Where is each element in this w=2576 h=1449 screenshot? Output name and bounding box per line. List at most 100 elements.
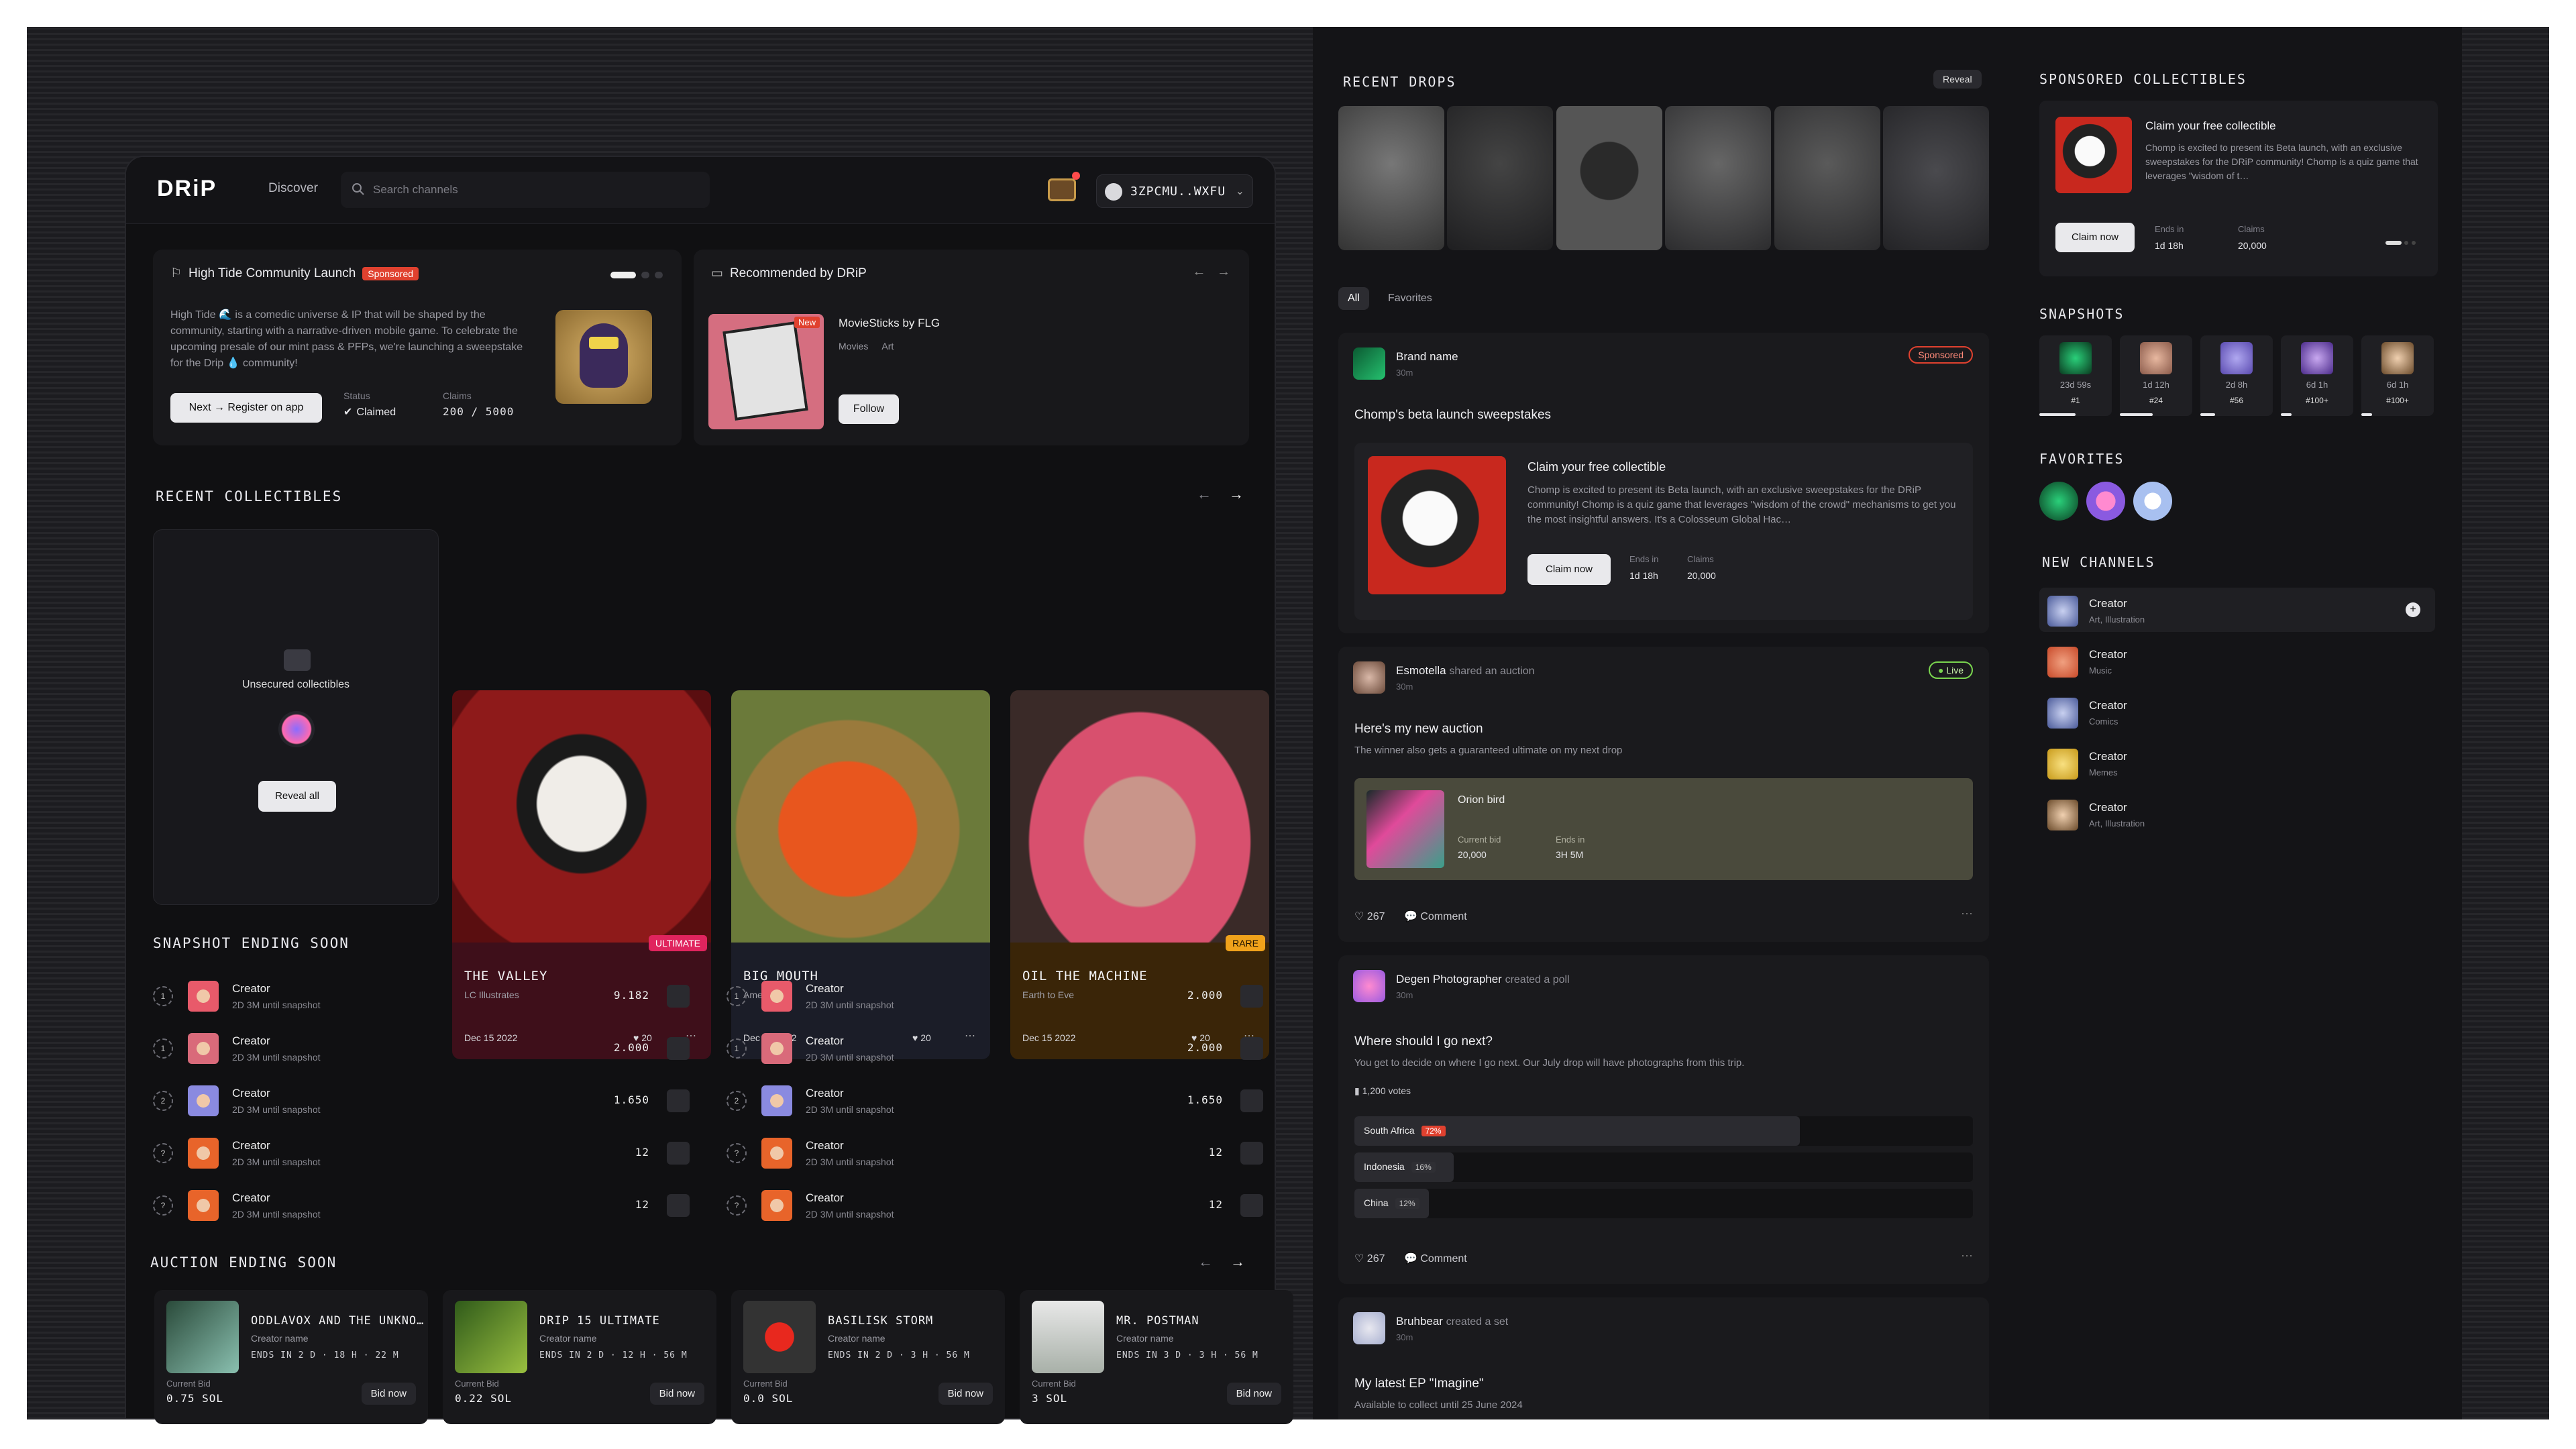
drop-thumbnail[interactable] bbox=[1338, 106, 1444, 250]
auction-countdown: ENDS IN 2 D · 3 H · 56 M bbox=[828, 1350, 970, 1360]
tab-favorites[interactable]: Favorites bbox=[1379, 287, 1442, 310]
snapshot-tile[interactable]: 1d 12h #24 bbox=[2120, 335, 2192, 416]
favorite-avatar[interactable] bbox=[2039, 482, 2078, 521]
snapshot-row[interactable]: 1 Creator 2D 3M until snapshot 9.182 bbox=[153, 974, 690, 1018]
flag-icon: ⚐ bbox=[170, 266, 182, 280]
bookmark-icon[interactable] bbox=[1240, 1089, 1263, 1112]
snapshot-row[interactable]: 2 Creator 2D 3M until snapshot 1.650 bbox=[727, 1079, 1263, 1123]
bid-now-button[interactable]: Bid now bbox=[361, 1383, 416, 1405]
post-author[interactable]: Degen Photographer created a poll bbox=[1396, 973, 1570, 986]
drop-thumbnail[interactable] bbox=[1447, 106, 1553, 250]
comment-icon[interactable]: 💬 bbox=[1404, 1253, 1417, 1265]
treasure-chest-icon[interactable] bbox=[1048, 178, 1076, 201]
snapshot-tile[interactable]: 6d 1h #100+ bbox=[2281, 335, 2353, 416]
channel-row[interactable]: Creator Music bbox=[2039, 639, 2435, 683]
channel-row[interactable]: Creator Comics bbox=[2039, 690, 2435, 734]
sponsored-pager[interactable] bbox=[2385, 236, 2416, 248]
poll-option[interactable]: China 12% bbox=[1354, 1189, 1973, 1218]
snapshot-countdown: 2D 3M until snapshot bbox=[232, 1052, 321, 1063]
post-author[interactable]: Esmotella shared an auction bbox=[1396, 664, 1535, 678]
register-button[interactable]: Next → Register on app bbox=[170, 393, 322, 423]
bookmark-icon[interactable] bbox=[1240, 1037, 1263, 1060]
auction-card[interactable]: MR. POSTMAN Creator name ENDS IN 3 D · 3 H… bbox=[1020, 1290, 1293, 1424]
bid-now-button[interactable]: Bid now bbox=[649, 1383, 704, 1405]
bookmark-icon[interactable] bbox=[667, 1142, 690, 1165]
creator-name: Creator bbox=[806, 1087, 844, 1099]
drip-logo[interactable]: DRiP bbox=[157, 176, 217, 202]
search-input[interactable]: Search channels bbox=[341, 172, 710, 208]
nav-discover-link[interactable]: Discover bbox=[268, 181, 318, 196]
auction-embed[interactable]: Orion bird Current bid 20,000 Ends in 3H… bbox=[1354, 778, 1973, 880]
comment-button[interactable]: Comment bbox=[1420, 911, 1466, 922]
channel-row[interactable]: Creator Art, Illustration bbox=[2039, 792, 2435, 836]
favorite-avatar[interactable] bbox=[2133, 482, 2172, 521]
bid-label: Current bid bbox=[1458, 835, 1501, 845]
moviesticks-artwork[interactable]: New bbox=[708, 314, 824, 429]
snapshot-row[interactable]: ? Creator 2D 3M until snapshot 12 bbox=[153, 1183, 690, 1228]
auction-nav[interactable]: ← → bbox=[1198, 1253, 1245, 1271]
auction-card[interactable]: BASILISK STORM Creator name ENDS IN 2 D · … bbox=[731, 1290, 1005, 1424]
author-avatar[interactable] bbox=[1353, 1312, 1385, 1344]
snapshot-row[interactable]: 2 Creator 2D 3M until snapshot 1.650 bbox=[153, 1079, 690, 1123]
snapshot-row[interactable]: 1 Creator 2D 3M until snapshot 2.000 bbox=[727, 1026, 1263, 1071]
poll-option[interactable]: South Africa 72% bbox=[1354, 1116, 1973, 1146]
follow-button[interactable]: Follow bbox=[839, 394, 899, 424]
snapshot-tile[interactable]: 23d 59s #1 bbox=[2039, 335, 2112, 416]
bid-now-button[interactable]: Bid now bbox=[938, 1383, 993, 1405]
tab-all[interactable]: All bbox=[1338, 287, 1369, 310]
comment-button[interactable]: Comment bbox=[1420, 1253, 1466, 1265]
auction-card[interactable]: DRIP 15 ULTIMATE Creator name ENDS IN 2 D … bbox=[443, 1290, 716, 1424]
more-icon[interactable]: ⋯ bbox=[1961, 907, 1973, 921]
recommended-nav[interactable]: ← → bbox=[1192, 264, 1230, 280]
heart-icon[interactable]: ♡ bbox=[1354, 1253, 1364, 1265]
wallet-button[interactable]: 3ZPCMU..WXFU ⌄ bbox=[1096, 174, 1253, 208]
ends-value: 1d 18h bbox=[1629, 570, 1658, 581]
drop-thumbnail[interactable] bbox=[1883, 106, 1989, 250]
snapshot-row[interactable]: 1 Creator 2D 3M until snapshot 2.000 bbox=[153, 1026, 690, 1071]
bookmark-icon[interactable] bbox=[1240, 985, 1263, 1008]
channel-row[interactable]: Creator Art, Illustration + bbox=[2039, 588, 2435, 632]
add-channel-icon[interactable]: + bbox=[2406, 602, 2420, 617]
claim-now-button[interactable]: Claim now bbox=[1527, 554, 1611, 585]
snapshot-row[interactable]: ? Creator 2D 3M until snapshot 12 bbox=[727, 1131, 1263, 1175]
snapshot-tile[interactable]: 6d 1h #100+ bbox=[2361, 335, 2434, 416]
promo-title: High Tide Community Launch bbox=[189, 266, 356, 280]
drop-thumbnail[interactable] bbox=[1665, 106, 1771, 250]
post-author[interactable]: Brand name bbox=[1396, 350, 1458, 364]
auction-card[interactable]: ODDLAVOX AND THE UNKNO… Creator name ENDS … bbox=[154, 1290, 428, 1424]
snapshot-progress bbox=[2200, 413, 2215, 416]
promo-pager[interactable] bbox=[605, 270, 663, 282]
reveal-all-button[interactable]: Reveal all bbox=[258, 781, 336, 812]
bookmark-icon[interactable] bbox=[667, 1194, 690, 1217]
bookmark-icon[interactable] bbox=[1240, 1194, 1263, 1217]
bookmark-icon[interactable] bbox=[667, 985, 690, 1008]
brand-avatar[interactable] bbox=[1353, 347, 1385, 380]
poll-option[interactable]: Indonesia 16% bbox=[1354, 1152, 1973, 1182]
drop-thumbnail[interactable] bbox=[1556, 106, 1662, 250]
drop-thumbnail[interactable] bbox=[1774, 106, 1880, 250]
bid-now-button[interactable]: Bid now bbox=[1226, 1383, 1281, 1405]
bookmark-icon[interactable] bbox=[667, 1089, 690, 1112]
claim-now-button[interactable]: Claim now bbox=[2055, 223, 2135, 252]
recommended-name[interactable]: MovieSticks by FLG bbox=[839, 317, 940, 330]
collectibles-nav[interactable]: ← → bbox=[1197, 486, 1244, 503]
snapshot-tile[interactable]: 2d 8h #56 bbox=[2200, 335, 2273, 416]
heart-icon[interactable]: ♡ bbox=[1354, 911, 1364, 922]
auction-countdown: ENDS IN 3 D · 3 H · 56 M bbox=[1116, 1350, 1258, 1360]
reveal-button[interactable]: Reveal bbox=[1933, 70, 1982, 89]
comment-icon[interactable]: 💬 bbox=[1404, 911, 1417, 922]
channel-row[interactable]: Creator Memes bbox=[2039, 741, 2435, 785]
bookmark-icon[interactable] bbox=[667, 1037, 690, 1060]
more-icon[interactable]: ⋯ bbox=[1961, 1249, 1973, 1263]
snapshot-progress bbox=[2120, 413, 2153, 416]
bookmark-icon[interactable] bbox=[1240, 1142, 1263, 1165]
snapshot-rank: #100+ bbox=[2386, 396, 2409, 405]
favorite-avatar[interactable] bbox=[2086, 482, 2125, 521]
author-avatar[interactable] bbox=[1353, 661, 1385, 694]
post-author[interactable]: Bruhbear created a set bbox=[1396, 1315, 1508, 1328]
author-avatar[interactable] bbox=[1353, 970, 1385, 1002]
snapshot-row[interactable]: ? Creator 2D 3M until snapshot 12 bbox=[727, 1183, 1263, 1228]
bid-value: 20,000 bbox=[1458, 849, 1487, 860]
snapshot-row[interactable]: 1 Creator 2D 3M until snapshot 2.000 bbox=[727, 974, 1263, 1018]
snapshot-row[interactable]: ? Creator 2D 3M until snapshot 12 bbox=[153, 1131, 690, 1175]
